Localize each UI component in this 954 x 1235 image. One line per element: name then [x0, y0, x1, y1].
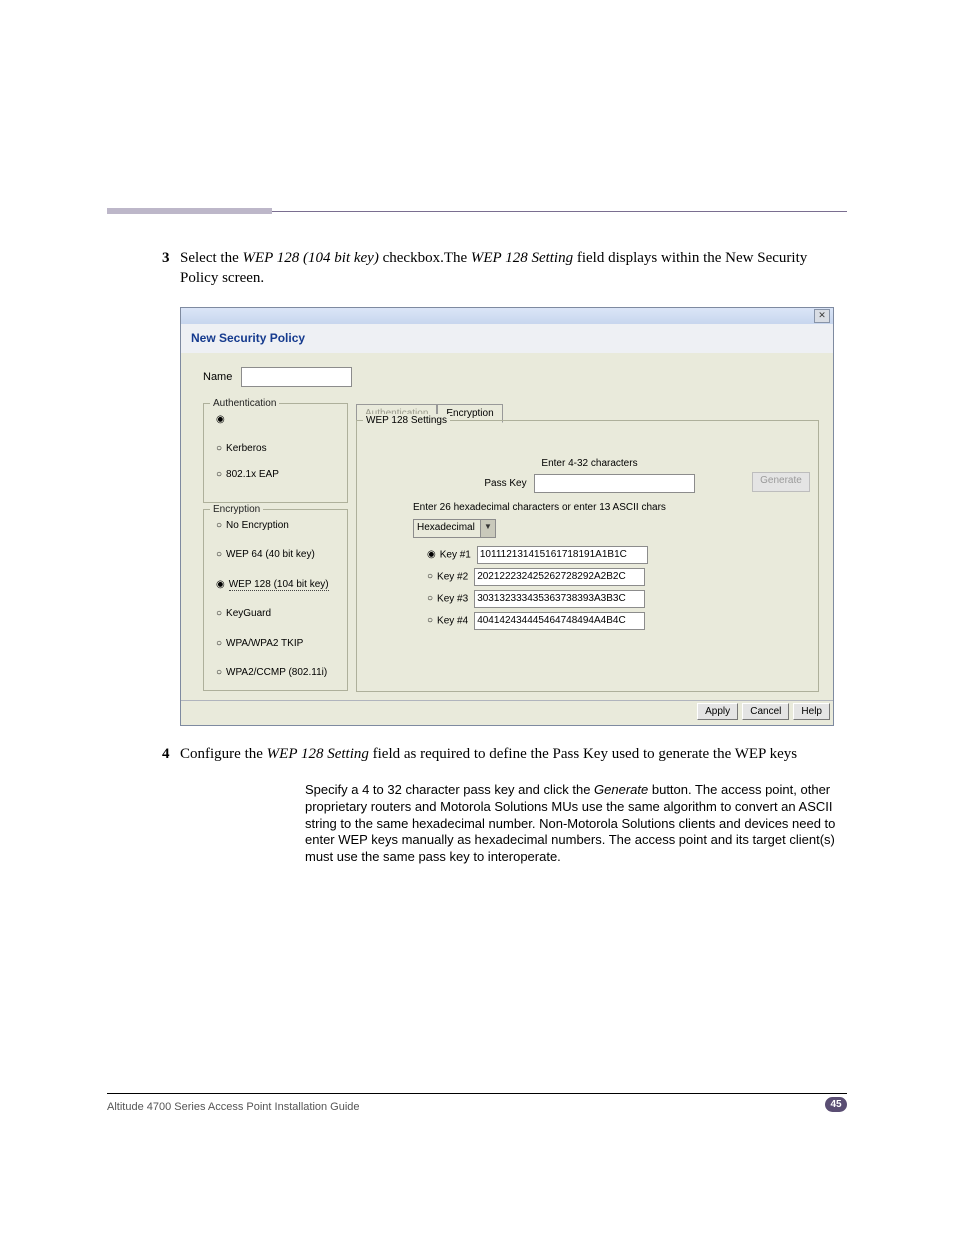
key1-input[interactable]: [477, 546, 648, 564]
authentication-legend: Authentication: [210, 397, 279, 411]
cancel-button[interactable]: Cancel: [742, 703, 789, 721]
key-row-3[interactable]: ○Key #3: [427, 588, 808, 610]
key2-input[interactable]: [474, 568, 645, 586]
help-button[interactable]: Help: [793, 703, 830, 721]
wep128-legend: WEP 128 Settings: [363, 414, 450, 428]
enc-option-keyguard[interactable]: ○KeyGuard: [210, 604, 341, 624]
hex-select[interactable]: Hexadecimal ▼: [413, 519, 496, 538]
key-row-4[interactable]: ○Key #4: [427, 610, 808, 632]
hex-hint: Enter 26 hexadecimal characters or enter…: [413, 501, 808, 515]
window-titlebar: ✕: [181, 308, 833, 324]
name-label: Name: [203, 370, 232, 382]
passkey-input[interactable]: [534, 474, 695, 493]
step-3: 3 Select the WEP 128 (104 bit key) check…: [180, 248, 847, 289]
close-icon[interactable]: ✕: [814, 309, 830, 323]
encryption-legend: Encryption: [210, 503, 263, 517]
page-number: 45: [825, 1097, 847, 1112]
enc-option-wep64[interactable]: ○WEP 64 (40 bit key): [210, 545, 341, 565]
name-input[interactable]: [241, 367, 352, 387]
enc-option-wpa2[interactable]: ○WPA2/CCMP (802.11i): [210, 663, 341, 683]
authentication-group: Authentication ◉ ○Kerberos ○802.1x EAP: [203, 403, 348, 503]
step-4-number: 4: [162, 744, 170, 764]
footer-text: Altitude 4700 Series Access Point Instal…: [107, 1101, 360, 1113]
key-row-1[interactable]: ◉Key #1: [427, 544, 808, 566]
passkey-hint: Enter 4-32 characters: [371, 457, 808, 471]
step-4: 4 Configure the WEP 128 Setting field as…: [180, 744, 847, 764]
header-rule: [107, 208, 847, 214]
key3-input[interactable]: [474, 590, 645, 608]
name-row: Name: [203, 367, 819, 387]
generate-button[interactable]: Generate: [752, 472, 810, 492]
step-4-description: Specify a 4 to 32 character pass key and…: [305, 782, 847, 866]
key4-input[interactable]: [474, 612, 645, 630]
enc-option-wpa[interactable]: ○WPA/WPA2 TKIP: [210, 634, 341, 654]
encryption-group: Encryption ○No Encryption ○WEP 64 (40 bi…: [203, 509, 348, 691]
auth-option-kerberos[interactable]: ○Kerberos: [210, 439, 341, 459]
key-row-2[interactable]: ○Key #2: [427, 566, 808, 588]
chevron-down-icon: ▼: [480, 520, 495, 537]
page-footer: Altitude 4700 Series Access Point Instal…: [107, 1093, 847, 1115]
passkey-label: Pass Key: [484, 478, 526, 489]
step-3-number: 3: [162, 248, 170, 268]
enc-option-wep128[interactable]: ◉WEP 128 (104 bit key): [210, 575, 341, 595]
wep128-settings-group: WEP 128 Settings Enter 4-32 characters P…: [356, 420, 819, 692]
auth-option-blank[interactable]: ◉: [210, 410, 341, 430]
apply-button[interactable]: Apply: [697, 703, 738, 721]
enc-option-none[interactable]: ○No Encryption: [210, 516, 341, 536]
screenshot-security-policy: ✕ New Security Policy Name Authenticatio…: [180, 307, 834, 726]
dialog-footer: Apply Cancel Help: [181, 700, 833, 725]
auth-option-8021x[interactable]: ○802.1x EAP: [210, 465, 341, 485]
